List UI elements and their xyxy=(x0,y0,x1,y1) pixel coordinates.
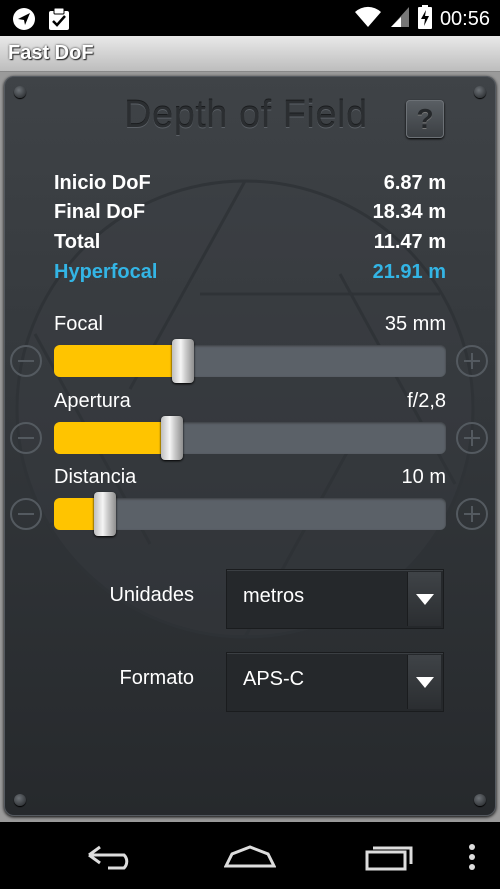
result-label: Inicio DoF xyxy=(54,172,151,194)
distance-value: 10 m xyxy=(401,466,446,488)
focal-increase-button[interactable] xyxy=(456,345,488,377)
result-row-hyperfocal: Hyperfocal 21.91 m xyxy=(54,261,446,289)
slider-thumb[interactable] xyxy=(172,339,195,383)
battery-charging-icon xyxy=(417,5,432,34)
slider-thumb[interactable] xyxy=(160,416,183,460)
home-icon[interactable] xyxy=(223,844,277,875)
focal-label: Focal xyxy=(54,313,103,335)
screw-icon xyxy=(474,794,486,806)
distance-increase-button[interactable] xyxy=(456,498,488,530)
result-value: 6.87 m xyxy=(383,172,446,194)
slider-fill xyxy=(54,345,184,377)
back-icon[interactable] xyxy=(86,844,136,875)
screw-icon xyxy=(474,86,486,98)
clipboard-check-icon xyxy=(48,7,70,36)
app-title: Fast DoF xyxy=(8,42,94,64)
format-select[interactable]: APS-C xyxy=(226,652,444,712)
screw-icon xyxy=(14,86,26,98)
result-value: 11.47 m xyxy=(373,231,446,253)
result-row-inicio: Inicio DoF 6.87 m xyxy=(54,172,446,200)
aperture-increase-button[interactable] xyxy=(456,422,488,454)
distance-slider[interactable] xyxy=(54,492,446,536)
screw-icon xyxy=(14,794,26,806)
distance-decrease-button[interactable] xyxy=(10,498,42,530)
format-selected-value: APS-C xyxy=(243,668,305,690)
focal-slider[interactable] xyxy=(54,339,446,383)
dof-panel: Depth of Field ? Inicio DoF 6.87 m Final… xyxy=(4,76,496,816)
result-value: 18.34 m xyxy=(372,201,446,223)
aperture-decrease-button[interactable] xyxy=(10,422,42,454)
recent-apps-icon[interactable] xyxy=(364,842,414,877)
aperture-label: Apertura xyxy=(54,390,131,412)
result-value: 21.91 m xyxy=(372,261,446,283)
dropdown-arrow-icon[interactable] xyxy=(407,572,441,626)
result-label: Total xyxy=(54,231,101,253)
result-label: Hyperfocal xyxy=(54,261,158,283)
result-row-final: Final DoF 18.34 m xyxy=(54,201,446,229)
aperture-value: f/2,8 xyxy=(407,390,446,412)
units-label: Unidades xyxy=(109,584,194,606)
status-bar: 00:56 xyxy=(0,0,500,36)
status-time: 00:56 xyxy=(439,8,490,30)
navigation-icon xyxy=(12,7,36,36)
aperture-slider[interactable] xyxy=(54,416,446,460)
panel-title: Depth of Field xyxy=(124,94,368,136)
focal-decrease-button[interactable] xyxy=(10,345,42,377)
navigation-bar xyxy=(0,822,500,889)
slider-thumb[interactable] xyxy=(93,492,116,536)
format-label: Formato xyxy=(119,667,194,689)
wifi-icon xyxy=(354,6,382,33)
dropdown-arrow-icon[interactable] xyxy=(407,655,441,709)
action-bar: Fast DoF xyxy=(0,36,500,72)
units-select[interactable]: metros xyxy=(226,569,444,629)
overflow-menu-icon[interactable] xyxy=(468,844,476,875)
result-row-total: Total 11.47 m xyxy=(54,231,446,259)
cell-signal-icon xyxy=(390,6,410,33)
help-button[interactable]: ? xyxy=(406,100,444,138)
result-label: Final DoF xyxy=(54,201,146,223)
units-selected-value: metros xyxy=(243,585,305,607)
slider-fill xyxy=(54,422,172,454)
distance-label: Distancia xyxy=(54,466,137,488)
focal-value: 35 mm xyxy=(384,313,446,335)
